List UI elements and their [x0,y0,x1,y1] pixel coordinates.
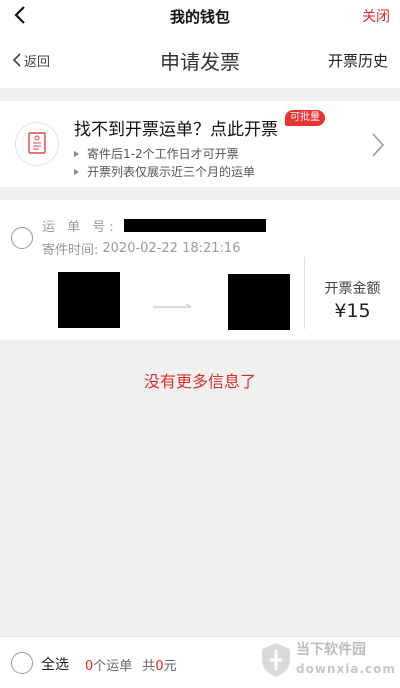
waybill-number-label: 运 单 号: [42,220,118,235]
send-time-value: 2020-02-22 18:21:16 [102,241,241,256]
selected-count-unit: 个运单 [93,659,133,674]
triangle-bullet-icon [74,168,79,175]
banner-tip: 开票列表仅展示近三个月的运单 [74,163,255,180]
manual-invoice-banner[interactable]: 找不到开票运单？点此开票 可批量 寄件后1-2个工作日才可开票 开票列表仅展示近… [0,101,400,187]
waybill-number-row: 运 单 号: [42,216,266,235]
app-title-bar: 我的钱包 关闭 [0,0,400,30]
close-button[interactable]: 关闭 [362,6,390,26]
select-all-label[interactable]: 全选 [41,654,69,674]
watermark-title: 当下软件园 [296,642,366,658]
banner-title: 找不到开票运单？点此开票 [74,120,278,140]
redacted-waybill-number [123,219,266,232]
banner-tip-text: 寄件后1-2个工作日才可开票 [87,147,239,161]
invoice-amount-value: ¥15 [334,300,371,322]
nav-bar: 返回 申请发票 开票历史 [0,30,400,88]
triangle-bullet-icon [74,150,79,157]
list-end-text: 没有更多信息了 [143,372,256,391]
shield-logo-icon [262,643,290,677]
total-amount: 0 [155,659,164,674]
invoice-scroll-icon [15,122,59,166]
banner-tip-text: 开票列表仅展示近三个月的运单 [87,165,256,179]
total-prefix: 共 [142,659,156,674]
waybill-card[interactable]: 运 单 号: 寄件时间: 2020-02-22 18:21:16 开票金额 ¥1… [0,200,400,340]
watermark-domain: downxia.com [296,662,396,676]
selected-count: 0 [85,659,94,674]
wallet-title: 我的钱包 [169,8,230,26]
invoice-amount-label: 开票金额 [324,281,381,297]
banner-tip: 寄件后1-2个工作日才可开票 [74,145,239,162]
redacted-destination-block [228,274,290,330]
route-arrow-icon [153,303,192,308]
batch-badge: 可批量 [285,110,325,126]
invoice-history-link[interactable]: 开票历史 [328,50,388,71]
send-time-row: 寄件时间: 2020-02-22 18:21:16 [42,239,240,258]
site-watermark: 当下软件园 downxia.com [258,638,398,684]
selection-summary: 0 个运单 共 0 元 [85,655,177,674]
select-all-radio[interactable] [11,652,33,674]
redacted-origin-block [58,272,120,328]
waybill-select-radio[interactable] [11,227,33,249]
chevron-right-icon [372,133,385,157]
total-unit: 元 [163,659,177,674]
send-time-label: 寄件时间: [42,243,99,258]
